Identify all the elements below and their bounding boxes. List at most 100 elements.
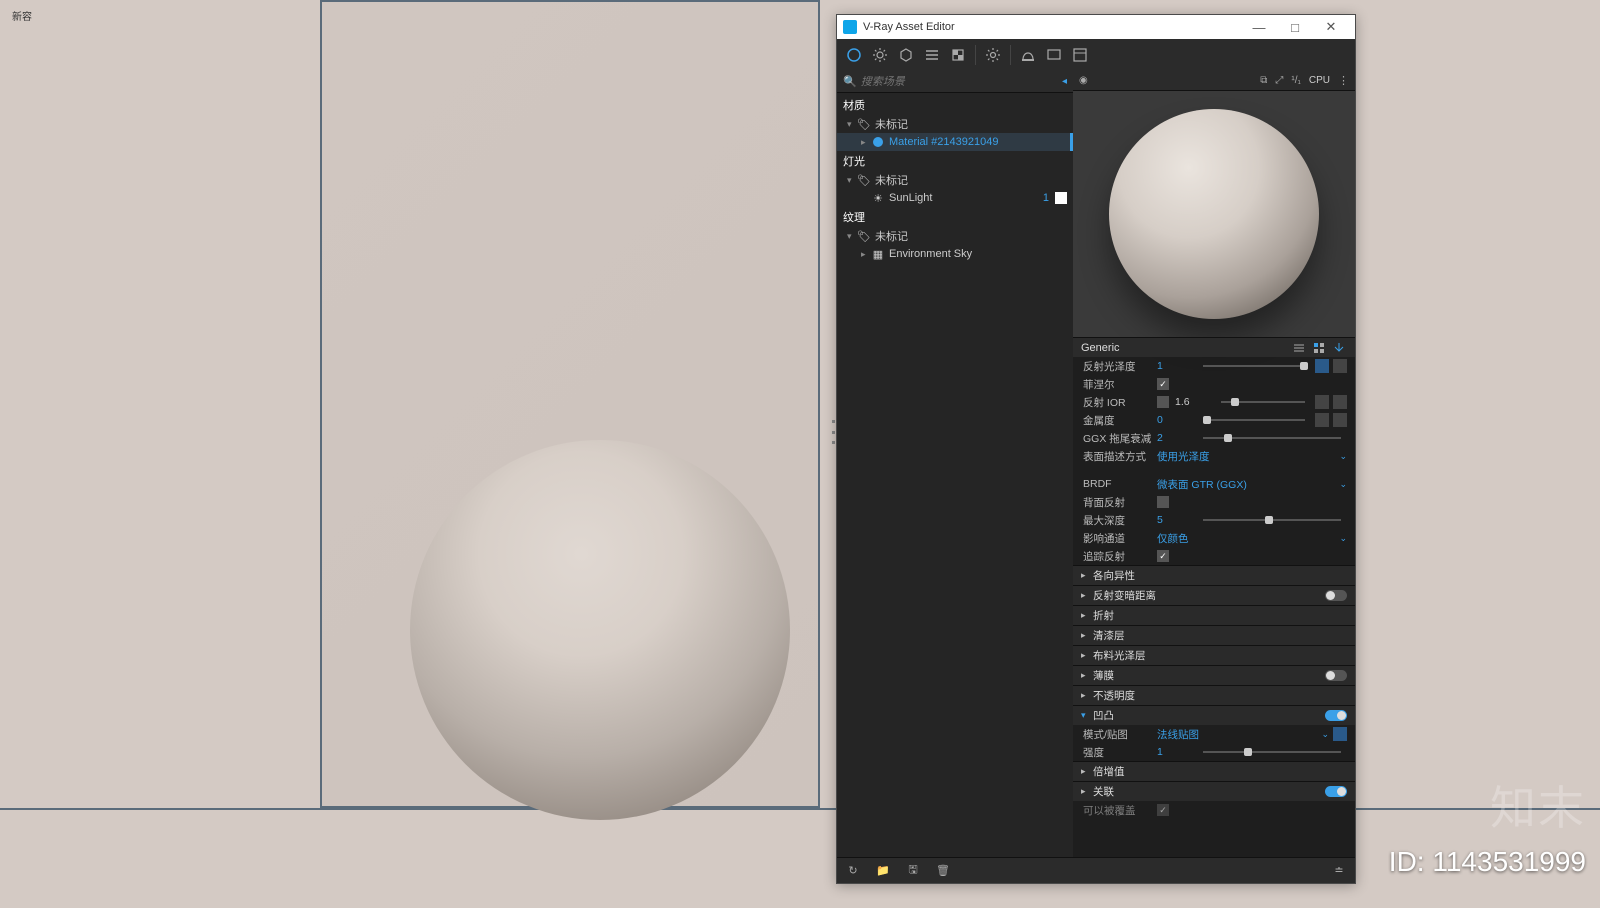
toggle[interactable] bbox=[1325, 590, 1347, 601]
checkbox[interactable] bbox=[1157, 550, 1169, 562]
properties-list[interactable]: 反射光泽度 1 菲涅尔 反射 IOR 1.6 bbox=[1073, 357, 1355, 857]
geometry-tab-icon[interactable] bbox=[894, 43, 918, 67]
search-icon: 🔍 bbox=[843, 75, 857, 88]
delete-icon[interactable]: 🗑 bbox=[935, 863, 951, 879]
tree-node-untagged-materials[interactable]: ▾🏷 未标记 bbox=[837, 115, 1073, 133]
acc-thinfilm[interactable]: ▸薄膜 bbox=[1073, 665, 1355, 685]
prop-bump-intensity: 强度 1 bbox=[1073, 743, 1355, 761]
render-icon[interactable] bbox=[1016, 43, 1040, 67]
checkbox[interactable] bbox=[1157, 496, 1169, 508]
dropdown-arrow-icon[interactable]: ⌄ bbox=[1321, 729, 1329, 740]
map-slot[interactable] bbox=[1315, 359, 1329, 373]
materials-tab-icon[interactable] bbox=[842, 43, 866, 67]
acc-dim-distance[interactable]: ▸反射变暗距离 bbox=[1073, 585, 1355, 605]
material-type-label: Generic bbox=[1081, 342, 1287, 354]
acc-multiplier[interactable]: ▸倍增值 bbox=[1073, 761, 1355, 781]
tree-node-material[interactable]: ▸ Material #2143921049 bbox=[837, 133, 1073, 151]
tree-node-environment-sky[interactable]: ▸▦ Environment Sky bbox=[837, 245, 1073, 263]
expand-icon[interactable] bbox=[1068, 43, 1092, 67]
acc-relation[interactable]: ▸关联 bbox=[1073, 781, 1355, 801]
dropdown-arrow-icon[interactable]: ⌄ bbox=[1339, 533, 1347, 544]
lights-tab-icon[interactable] bbox=[868, 43, 892, 67]
map-toggle[interactable] bbox=[1333, 413, 1347, 427]
properties-header: Generic bbox=[1073, 337, 1355, 357]
tree-node-sunlight[interactable]: ☀ SunLight 1 bbox=[837, 189, 1073, 207]
acc-sheen[interactable]: ▸布料光泽层 bbox=[1073, 645, 1355, 665]
preview-engine-label[interactable]: CPU bbox=[1309, 75, 1330, 86]
acc-opacity[interactable]: ▸不透明度 bbox=[1073, 685, 1355, 705]
acc-clearcoat[interactable]: ▸清漆层 bbox=[1073, 625, 1355, 645]
new-asset-icon[interactable]: ↻ bbox=[845, 863, 861, 879]
main-toolbar bbox=[837, 39, 1355, 71]
prop-affect-channels: 影响通道 仅颜色 ⌄ bbox=[1073, 529, 1355, 547]
prop-trace-reflection: 追踪反射 bbox=[1073, 547, 1355, 565]
search-filter-dropdown[interactable]: ◂ bbox=[1062, 76, 1067, 87]
slider[interactable] bbox=[1203, 365, 1305, 367]
checkbox[interactable] bbox=[1157, 378, 1169, 390]
prop-reflection-ior: 反射 IOR 1.6 bbox=[1073, 393, 1355, 411]
preview-ratio[interactable]: ¹/₁ bbox=[1291, 75, 1300, 86]
toggle[interactable] bbox=[1325, 786, 1347, 797]
viewport-floor-edge bbox=[0, 808, 1600, 810]
search-input[interactable] bbox=[861, 76, 1062, 88]
props-sliders-icon[interactable] bbox=[1291, 340, 1307, 356]
window-titlebar[interactable]: V-Ray Asset Editor — □ ✕ bbox=[837, 15, 1355, 39]
open-folder-icon[interactable]: 📁 bbox=[875, 863, 891, 879]
toggle[interactable] bbox=[1325, 710, 1347, 721]
window-minimize-button[interactable]: — bbox=[1241, 20, 1277, 35]
preview-menu-icon[interactable]: ⋮ bbox=[1338, 74, 1349, 87]
window-maximize-button[interactable]: □ bbox=[1277, 20, 1313, 35]
dropdown-arrow-icon[interactable]: ⌄ bbox=[1339, 451, 1347, 462]
map-slot[interactable] bbox=[1333, 727, 1347, 741]
preview-undock-icon[interactable]: ⧉ bbox=[1260, 75, 1267, 86]
prop-surface-description: 表面描述方式 使用光泽度 ⌄ bbox=[1073, 447, 1355, 465]
preview-sphere bbox=[1109, 109, 1319, 319]
textures-tab-icon[interactable] bbox=[946, 43, 970, 67]
material-preview[interactable] bbox=[1073, 91, 1355, 337]
bottom-toolbar: ↻ 📁 🖫 🗑 ≐ bbox=[837, 857, 1355, 883]
map-slot[interactable] bbox=[1315, 413, 1329, 427]
acc-anisotropy[interactable]: ▸各向异性 bbox=[1073, 565, 1355, 585]
viewport-sphere bbox=[410, 440, 790, 820]
preview-eye-icon[interactable]: ◉ bbox=[1079, 75, 1088, 86]
color-swatch[interactable] bbox=[1055, 192, 1067, 204]
checkbox[interactable] bbox=[1157, 804, 1169, 816]
dropdown-arrow-icon[interactable]: ⌄ bbox=[1339, 479, 1347, 490]
viewport-3d[interactable] bbox=[0, 0, 1600, 908]
vray-logo-icon bbox=[843, 20, 857, 34]
material-ball-icon bbox=[871, 135, 885, 149]
prop-back-reflection: 背面反射 bbox=[1073, 493, 1355, 511]
props-views-icon[interactable] bbox=[1311, 340, 1327, 356]
slider[interactable] bbox=[1221, 401, 1305, 403]
properties-pane: ◉ ⧉ ⤢ ¹/₁ CPU ⋮ Generic 反射光泽度 1 bbox=[1073, 71, 1355, 857]
prop-fresnel: 菲涅尔 bbox=[1073, 375, 1355, 393]
slider[interactable] bbox=[1203, 419, 1305, 421]
preview-fit-icon[interactable]: ⤢ bbox=[1275, 75, 1283, 86]
toggle[interactable] bbox=[1325, 670, 1347, 681]
map-toggle[interactable] bbox=[1333, 395, 1347, 409]
render-elements-tab-icon[interactable] bbox=[920, 43, 944, 67]
settings-tab-icon[interactable] bbox=[981, 43, 1005, 67]
frame-buffer-icon[interactable] bbox=[1042, 43, 1066, 67]
lock-checkbox[interactable] bbox=[1157, 396, 1169, 408]
apply-icon[interactable]: ≐ bbox=[1331, 863, 1347, 879]
scene-tree[interactable]: 材质 ▾🏷 未标记 ▸ Material #2143921049 灯光 ▾🏷 未… bbox=[837, 93, 1073, 857]
tree-node-untagged-textures[interactable]: ▾🏷 未标记 bbox=[837, 227, 1073, 245]
slider[interactable] bbox=[1203, 519, 1341, 521]
viewport-top-label: 新容 bbox=[12, 8, 32, 23]
tree-category-textures: 纹理 bbox=[837, 207, 1073, 227]
window-close-button[interactable]: ✕ bbox=[1313, 19, 1349, 35]
map-toggle[interactable] bbox=[1333, 359, 1347, 373]
map-slot[interactable] bbox=[1315, 395, 1329, 409]
prop-reflection-glossiness: 反射光泽度 1 bbox=[1073, 357, 1355, 375]
acc-bump[interactable]: ▾凹凸 bbox=[1073, 705, 1355, 725]
save-icon[interactable]: 🖫 bbox=[905, 863, 921, 879]
watermark-id: ID: 1143531999 bbox=[1389, 846, 1586, 878]
tree-node-untagged-lights[interactable]: ▾🏷 未标记 bbox=[837, 171, 1073, 189]
acc-refraction[interactable]: ▸折射 bbox=[1073, 605, 1355, 625]
search-row: 🔍 ◂ bbox=[837, 71, 1073, 93]
props-save-icon[interactable] bbox=[1331, 340, 1347, 356]
prop-max-depth: 最大深度 5 bbox=[1073, 511, 1355, 529]
slider[interactable] bbox=[1203, 437, 1341, 439]
slider[interactable] bbox=[1203, 751, 1341, 753]
